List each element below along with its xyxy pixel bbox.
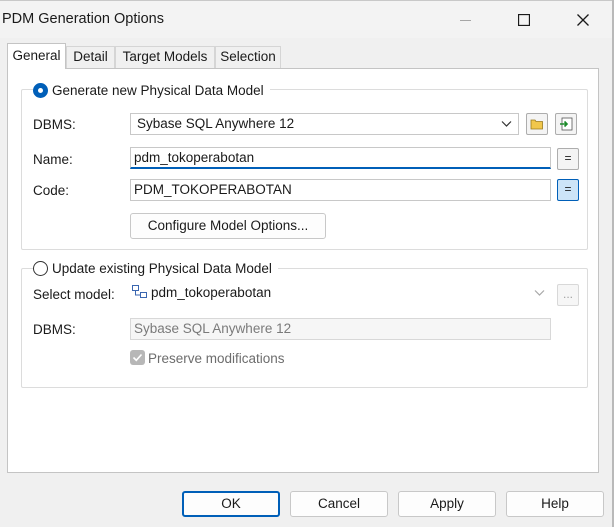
generate-new-label: Generate new Physical Data Model: [52, 82, 264, 98]
chevron-down-icon: [501, 121, 512, 127]
minimize-button[interactable]: [443, 1, 489, 39]
minimize-icon: [460, 20, 471, 21]
close-button[interactable]: [560, 1, 606, 39]
maximize-button[interactable]: [501, 1, 547, 39]
generate-new-radio-row[interactable]: Generate new Physical Data Model: [33, 81, 270, 99]
update-dbms-field: Sybase SQL Anywhere 12: [130, 318, 551, 340]
generate-new-radio[interactable]: [33, 82, 48, 98]
tab-target-models[interactable]: Target Models: [115, 46, 215, 68]
chevron-down-icon: [534, 290, 545, 296]
update-dbms-label: DBMS:: [33, 322, 76, 337]
select-model-value: pdm_tokoperabotan: [151, 285, 272, 300]
tab-general[interactable]: General: [7, 43, 66, 69]
select-model-label: Select model:: [33, 287, 115, 302]
select-model-dropdown[interactable]: pdm_tokoperabotan: [130, 283, 551, 305]
tab-selection[interactable]: Selection: [215, 46, 281, 68]
name-input[interactable]: pdm_tokoperabotan: [130, 147, 551, 169]
update-existing-radio[interactable]: [33, 260, 48, 276]
configure-model-options-button[interactable]: Configure Model Options...: [130, 213, 326, 239]
browse-model-button[interactable]: ...: [557, 284, 579, 306]
tab-detail[interactable]: Detail: [66, 46, 115, 68]
dbms-label: DBMS:: [33, 117, 76, 132]
update-existing-label: Update existing Physical Data Model: [52, 260, 272, 276]
folder-icon: [530, 119, 543, 130]
apply-button[interactable]: Apply: [398, 491, 496, 517]
open-folder-button[interactable]: [526, 113, 548, 135]
name-label: Name:: [33, 152, 73, 167]
import-dbms-button[interactable]: [555, 113, 577, 135]
code-label: Code:: [33, 183, 70, 198]
model-icon: [132, 285, 147, 298]
code-input[interactable]: PDM_TOKOPERABOTAN: [130, 179, 551, 201]
title-bar: PDM Generation Options: [0, 0, 614, 38]
checkmark-icon: [132, 353, 143, 362]
preserve-modifications-label: Preserve modifications: [148, 351, 285, 366]
preserve-modifications-checkbox[interactable]: [130, 350, 145, 365]
cancel-button[interactable]: Cancel: [290, 491, 388, 517]
maximize-icon: [518, 14, 530, 26]
dbms-value: Sybase SQL Anywhere 12: [137, 116, 295, 131]
code-equals-button[interactable]: =: [557, 179, 579, 201]
name-equals-button[interactable]: =: [557, 148, 579, 170]
window-title: PDM Generation Options: [2, 11, 164, 27]
ok-button[interactable]: OK: [182, 491, 280, 517]
help-button[interactable]: Help: [506, 491, 604, 517]
close-icon: [577, 14, 589, 26]
update-existing-radio-row[interactable]: Update existing Physical Data Model: [33, 259, 278, 277]
dbms-select[interactable]: Sybase SQL Anywhere 12: [130, 113, 519, 135]
import-icon: [560, 117, 573, 131]
